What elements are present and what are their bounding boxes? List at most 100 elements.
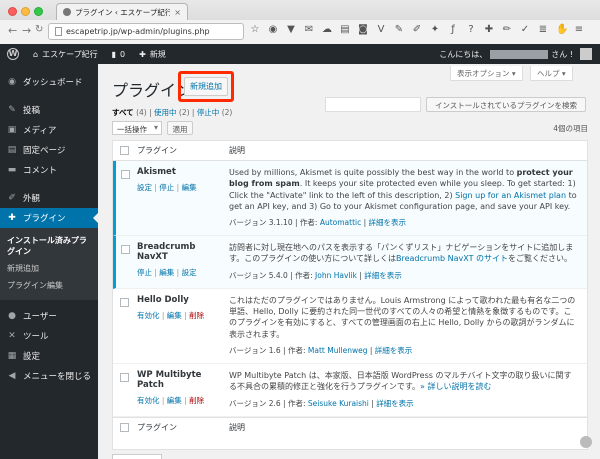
- activate-link[interactable]: 有効化: [137, 396, 160, 405]
- author-link[interactable]: Seisuke Kuraishi: [308, 399, 369, 408]
- pen-icon[interactable]: ✐: [412, 24, 422, 36]
- apply-button[interactable]: 適用: [167, 121, 193, 135]
- edit-link[interactable]: 編集: [167, 311, 182, 320]
- settings-link[interactable]: 設定: [182, 268, 197, 277]
- puzzle-icon[interactable]: ✦: [430, 24, 440, 36]
- filter-inactive-count: (2): [221, 108, 233, 117]
- details-link[interactable]: 詳細を表示: [375, 346, 413, 355]
- deactivate-link[interactable]: 停止: [159, 183, 174, 192]
- read-more-link[interactable]: » 詳しい説明を読む: [420, 382, 491, 391]
- maximize-window-button[interactable]: [34, 7, 43, 16]
- author-link[interactable]: Automattic: [320, 218, 361, 227]
- help-button[interactable]: ヘルプ ▾: [530, 66, 573, 81]
- v-icon[interactable]: V: [376, 24, 386, 36]
- pencil-icon[interactable]: ✏: [502, 24, 512, 36]
- wp-logo-menu[interactable]: W: [0, 48, 26, 60]
- settings-link[interactable]: 設定: [137, 183, 152, 192]
- sidebar-collapse-menu[interactable]: ◀ メニューを閉じる: [0, 366, 98, 386]
- back-icon[interactable]: ←: [8, 24, 17, 37]
- submenu-add-new[interactable]: 新規追加: [0, 260, 98, 277]
- close-tab-icon[interactable]: ×: [174, 8, 181, 17]
- sidebar-item-comments[interactable]: ▬ コメント: [0, 160, 98, 180]
- submenu-plugin-editor[interactable]: プラグイン編集: [0, 277, 98, 294]
- activate-link[interactable]: 有効化: [137, 311, 160, 320]
- breadcrumb-site-link[interactable]: Breadcrumb NavXT のサイト: [396, 254, 508, 263]
- row-checkbox[interactable]: [121, 170, 130, 179]
- select-all-checkbox-footer[interactable]: [119, 422, 129, 432]
- menu-icon[interactable]: ≡: [574, 24, 584, 36]
- deactivate-link[interactable]: 停止: [137, 268, 152, 277]
- row-checkbox[interactable]: [119, 372, 129, 382]
- submenu-installed-plugins[interactable]: インストール済みプラグイン: [0, 232, 98, 260]
- akismet-signup-link[interactable]: Sign up for an Akismet plan: [455, 191, 566, 200]
- stack-icon[interactable]: ≣: [538, 24, 548, 36]
- screen-options-button[interactable]: 表示オプション ▾: [450, 66, 523, 81]
- address-bar[interactable]: escapetrip.jp/wp-admin/plugins.php: [48, 23, 244, 40]
- wp-admin-bar: W ⌂ エスケープ紀行 ▮ 0 ✚ 新規 こんにちは、 さん !: [0, 44, 600, 64]
- site-name-menu[interactable]: ⌂ エスケープ紀行: [26, 49, 105, 60]
- plus-icon[interactable]: ✚: [484, 24, 494, 36]
- brush-icon: ✐: [8, 193, 16, 203]
- page-icon: [55, 27, 62, 36]
- main-content: 表示オプション ▾ ヘルプ ▾ プラグイン 新規追加 すべて (4) | 使用中…: [98, 64, 600, 459]
- row-checkbox[interactable]: [121, 245, 130, 255]
- star-icon[interactable]: ☆: [250, 24, 260, 36]
- tag-icon[interactable]: ✎: [394, 24, 404, 36]
- sidebar-item-appearance[interactable]: ✐ 外観: [0, 188, 98, 208]
- chart-icon[interactable]: ▤: [340, 24, 350, 36]
- comments-menu[interactable]: ▮ 0: [105, 50, 133, 59]
- filter-all[interactable]: すべて: [112, 108, 134, 117]
- cloud-icon[interactable]: ☁: [322, 24, 332, 36]
- question-icon[interactable]: ?: [466, 24, 476, 36]
- plugin-search-input[interactable]: [325, 97, 421, 112]
- browser-tab[interactable]: プラグイン ‹ エスケープ紀行 ×: [56, 3, 188, 20]
- edit-link[interactable]: 編集: [167, 396, 182, 405]
- hand-icon[interactable]: ✋: [556, 24, 568, 36]
- author-link[interactable]: Matt Mullenweg: [308, 346, 368, 355]
- table-row: Akismet 設定 | 停止 | 編集 Used by millions, A…: [113, 161, 587, 237]
- sidebar-item-dashboard[interactable]: ◉ ダッシュボード: [0, 72, 98, 92]
- redacted-username: [490, 49, 549, 59]
- edit-link[interactable]: 編集: [159, 268, 174, 277]
- column-plugin-footer: プラグイン: [137, 422, 177, 432]
- details-link[interactable]: 詳細を表示: [376, 399, 414, 408]
- camera-icon[interactable]: ◙: [358, 24, 368, 36]
- delete-link[interactable]: 削除: [189, 311, 204, 320]
- row-checkbox[interactable]: [119, 297, 129, 307]
- filter-active[interactable]: 使用中: [154, 108, 177, 117]
- my-account-menu[interactable]: こんにちは、 さん !: [439, 48, 600, 60]
- sidebar-item-media[interactable]: ▣ メディア: [0, 120, 98, 140]
- author-link[interactable]: John Havlik: [315, 271, 357, 280]
- check-icon[interactable]: ✓: [520, 24, 530, 36]
- table-header: プラグイン 説明: [113, 141, 587, 161]
- circle-icon[interactable]: ◉: [268, 24, 278, 36]
- pocket-icon[interactable]: ▼: [286, 24, 296, 36]
- sidebar-item-label: メニューを閉じる: [23, 372, 92, 382]
- sidebar-item-posts[interactable]: ✎ 投稿: [0, 100, 98, 120]
- sidebar-item-tools[interactable]: ✕ ツール: [0, 326, 98, 346]
- forward-icon[interactable]: →: [22, 24, 31, 37]
- new-content-menu[interactable]: ✚ 新規: [132, 49, 173, 60]
- sidebar-item-settings[interactable]: ▦ 設定: [0, 346, 98, 366]
- filter-inactive[interactable]: 停止中: [197, 108, 220, 117]
- column-description: 説明: [229, 146, 245, 155]
- plugin-description: WP Multibyte Patch は、本家版、日本語版 WordPress …: [229, 370, 572, 392]
- delete-link[interactable]: 削除: [189, 396, 204, 405]
- minimize-window-button[interactable]: [21, 7, 30, 16]
- details-link[interactable]: 詳細を表示: [364, 271, 402, 280]
- filter-active-count: (2): [178, 108, 190, 117]
- mail-icon[interactable]: ✉: [304, 24, 314, 36]
- font-icon[interactable]: ƒ: [448, 24, 458, 36]
- sidebar-item-plugins[interactable]: ✚ プラグイン: [0, 208, 98, 228]
- search-plugins-button[interactable]: インストールされているプラグインを検索: [426, 97, 586, 112]
- sidebar-item-users[interactable]: ● ユーザー: [0, 306, 98, 326]
- edit-link[interactable]: 編集: [182, 183, 197, 192]
- select-all-checkbox[interactable]: [119, 146, 129, 155]
- add-new-button[interactable]: 新規追加: [184, 77, 228, 96]
- reload-icon[interactable]: ↻: [35, 24, 43, 35]
- close-window-button[interactable]: [8, 7, 17, 16]
- details-link[interactable]: 詳細を表示: [369, 218, 407, 227]
- bottom-bulk-action-select[interactable]: [112, 454, 162, 459]
- sidebar-item-pages[interactable]: ▤ 固定ページ: [0, 140, 98, 160]
- bulk-action-select[interactable]: 一括操作: [112, 121, 162, 135]
